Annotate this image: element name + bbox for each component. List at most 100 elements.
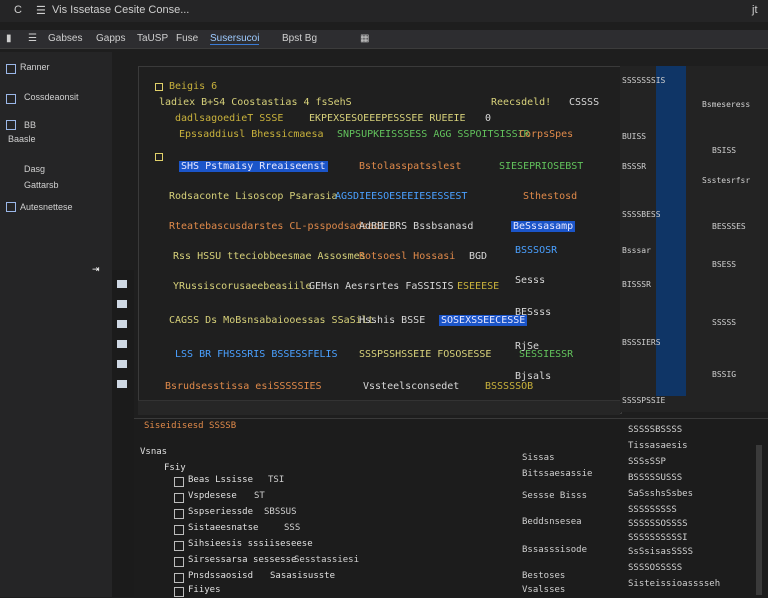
- explorer-icon[interactable]: [117, 280, 127, 288]
- tree-item[interactable]: Pnsdssaosisd: [188, 571, 253, 581]
- toolbar: ▮ ☰ Gabses Gapps TaUSP Fuse Susersucoi B…: [0, 30, 768, 49]
- collapse-icon[interactable]: ⇥: [92, 264, 100, 275]
- detail-item[interactable]: Bestoses: [522, 571, 565, 581]
- code-token: BGD: [469, 251, 488, 262]
- right-panel-item[interactable]: BSSSIERS: [622, 338, 661, 347]
- tree-item[interactable]: Beas Lssisse: [188, 475, 253, 485]
- window-title: Vis Issetase Cesite Conse...: [52, 4, 190, 16]
- app-letter: C: [14, 4, 22, 16]
- sidebar-item[interactable]: Ranner: [20, 62, 50, 72]
- sidebar-item[interactable]: BB: [24, 120, 36, 130]
- right-panel-item[interactable]: SSSSSSSIS: [622, 76, 665, 85]
- menu-icon[interactable]: ☰: [36, 4, 46, 17]
- checkbox[interactable]: [174, 541, 184, 551]
- tree-node[interactable]: Fsiy: [164, 463, 186, 473]
- search-icon[interactable]: [117, 300, 127, 308]
- output-line: SSSSOSSSSS: [628, 563, 683, 573]
- right-panel-item[interactable]: SSSSS: [712, 318, 736, 327]
- code-line: Rss HSSU tteciobbeesmae Assosmes: [173, 251, 366, 262]
- code-token: Sthestosd: [523, 191, 578, 202]
- right-panel-item[interactable]: BESSSES: [712, 222, 746, 231]
- toolbar-item[interactable]: Gabses: [48, 33, 82, 44]
- breakpoint-icon[interactable]: [155, 83, 163, 91]
- panel-title: Siseidisesd SSSSB: [144, 421, 237, 431]
- checkbox[interactable]: [174, 525, 184, 535]
- toolbar-item[interactable]: Fuse: [176, 33, 198, 44]
- output-line: SsSsisasSSSS: [628, 547, 694, 557]
- side-label[interactable]: RjSe: [515, 341, 539, 352]
- detail-item[interactable]: Bitssaesassie: [522, 469, 592, 479]
- code-token: 0: [485, 113, 492, 124]
- right-panel-item[interactable]: Bsmeseress: [702, 100, 750, 109]
- title-bar: C ☰ Vis Issetase Cesite Conse... jt: [0, 0, 768, 22]
- right-panel-item[interactable]: Bsssar: [622, 246, 651, 255]
- debug-icon[interactable]: [117, 340, 127, 348]
- tree-root[interactable]: Vsnas: [140, 447, 167, 457]
- side-label[interactable]: Sesss: [515, 275, 545, 286]
- window-control[interactable]: jt: [752, 4, 758, 16]
- sidebar-item[interactable]: Autesnettese: [20, 202, 73, 212]
- left-sidebar: Ranner Cossdeaonsit BB Baasle Dasg Gatta…: [0, 52, 112, 597]
- code-token: SIESEPRIOSEBST: [499, 161, 584, 172]
- tree-item[interactable]: Vspdesese: [188, 491, 237, 501]
- tree-item[interactable]: Fiiyes: [188, 585, 221, 595]
- tree-tag: Sesstassiesi: [294, 555, 360, 565]
- scrollbar[interactable]: [756, 445, 762, 595]
- sidebar-item[interactable]: Cossdeaonsit: [24, 92, 79, 102]
- code-editor[interactable]: Beigis 6 ladiex B+S4 Coostastias 4 fsSeh…: [138, 66, 622, 414]
- code-line: Rteatebascusdarstes CL-psspodsadsadi: [169, 221, 386, 232]
- pin-icon[interactable]: ▮: [6, 33, 12, 44]
- git-icon[interactable]: [117, 320, 127, 328]
- right-panel-item[interactable]: Ssstesrfsr: [702, 176, 750, 185]
- grid-icon[interactable]: ▦: [360, 33, 369, 44]
- tree-item[interactable]: Sirsessarsa sessesse: [188, 555, 296, 565]
- toolbar-item[interactable]: Bpst Bg: [282, 33, 317, 44]
- tree-item[interactable]: Sspseriessde: [188, 507, 253, 517]
- code-line: Rodsaconte Lisoscop Psarasia: [169, 191, 338, 202]
- side-label[interactable]: Bjsals: [515, 371, 551, 382]
- fold-icon[interactable]: [155, 153, 163, 161]
- toolbar-item[interactable]: TaUSP: [137, 33, 168, 44]
- right-panel-item[interactable]: SSSSPSSIE: [622, 396, 665, 405]
- settings-icon[interactable]: [117, 380, 127, 388]
- output-line: BSSSSSUSSS: [628, 473, 683, 483]
- side-label[interactable]: BSSSOSR: [515, 245, 557, 256]
- right-panel-item[interactable]: SSSSBESS: [622, 210, 661, 219]
- detail-item[interactable]: Vsalsses: [522, 585, 565, 595]
- checkbox[interactable]: [174, 587, 184, 597]
- list-icon[interactable]: ☰: [28, 33, 37, 44]
- right-panel-item[interactable]: BSESS: [712, 260, 736, 269]
- right-panel-item[interactable]: BUISS: [622, 132, 646, 141]
- detail-item[interactable]: Sissas: [522, 453, 555, 463]
- sidebar-item[interactable]: Dasg: [24, 164, 45, 174]
- output-line: SSSsSSP: [628, 457, 666, 467]
- code-line: Beigis 6: [169, 81, 218, 92]
- code-line: SHS Pstmaisy Rreaiseenst: [179, 161, 328, 172]
- detail-item[interactable]: Bssasssisode: [522, 545, 587, 555]
- folder-icon: [6, 202, 16, 212]
- detail-item[interactable]: Beddsnsesea: [522, 517, 582, 527]
- right-panel-item[interactable]: BSISS: [712, 146, 736, 155]
- checkbox[interactable]: [174, 493, 184, 503]
- tree-item[interactable]: Sistaeesnatse: [188, 523, 258, 533]
- checkbox[interactable]: [174, 477, 184, 487]
- detail-item[interactable]: Sessse Bisss: [522, 491, 587, 501]
- sidebar-item[interactable]: Baasle: [8, 134, 36, 144]
- file-icon: [6, 120, 16, 130]
- code-token: SSSPSSHSSEIE FOSOSESSE: [359, 349, 492, 360]
- checkbox[interactable]: [174, 509, 184, 519]
- right-panel-item[interactable]: BISSSR: [622, 280, 651, 289]
- right-panel-item[interactable]: BSSIG: [712, 370, 736, 379]
- code-token: AGSDIEESOESEEIESESSEST: [335, 191, 468, 202]
- checkbox[interactable]: [174, 573, 184, 583]
- extensions-icon[interactable]: [117, 360, 127, 368]
- code-token: Bstolasspatsslest: [359, 161, 462, 172]
- side-label[interactable]: BESsss: [515, 307, 551, 318]
- tab-active[interactable]: Susersucoi: [210, 33, 260, 45]
- tree-item[interactable]: Sihsieesis sssiiseseese: [188, 539, 313, 549]
- output-line: SSSSSSOSSSS: [628, 519, 688, 529]
- sidebar-item[interactable]: Gattarsb: [24, 180, 59, 190]
- toolbar-item[interactable]: Gapps: [96, 33, 125, 44]
- right-panel-item[interactable]: BSSSR: [622, 162, 646, 171]
- checkbox[interactable]: [174, 557, 184, 567]
